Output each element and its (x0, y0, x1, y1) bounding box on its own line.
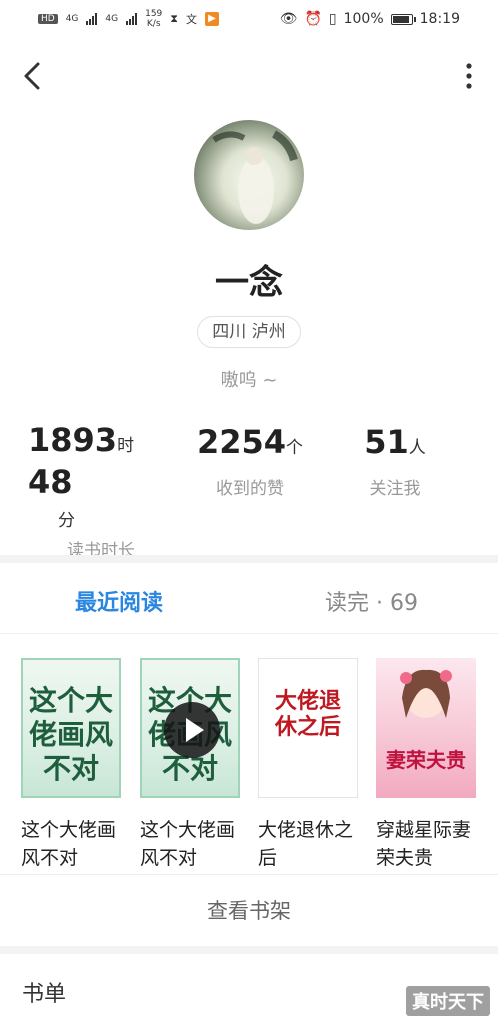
cover-illustration (400, 669, 452, 718)
network-4g-1: 4G (65, 14, 79, 24)
followers-label: 关注我 (369, 479, 421, 499)
book-item[interactable]: 这个大佬画风不对 这个大佬画风不对 (140, 658, 240, 872)
reading-tabs: 最近阅读 读完 · 69 (0, 565, 498, 634)
network-4g-2: 4G (105, 14, 119, 24)
book-title: 这个大佬画风不对 (21, 819, 117, 869)
book-title: 穿越星际妻荣夫贵 (376, 819, 472, 869)
eye-icon: 👁 (279, 11, 298, 27)
signal-icon (86, 13, 98, 25)
likes-label: 收到的赞 (216, 479, 284, 499)
hd-badge: HD (38, 14, 58, 24)
cover-title: 妻荣夫贵 (386, 748, 466, 772)
play-app-icon: ▶ (205, 12, 220, 26)
avatar[interactable] (194, 120, 304, 230)
stat-reading-time: 1893时48 分 读书时长 (28, 422, 174, 561)
hourglass-icon: ⧗ (170, 12, 179, 25)
signal-icon-2 (126, 13, 138, 25)
watermark: 真时天下 (406, 986, 490, 1016)
location-tag: 四川 泸州 (197, 316, 301, 348)
book-cover[interactable]: 妻荣夫贵 (376, 658, 476, 798)
book-cover[interactable]: 这个大佬画风不对 (21, 658, 121, 798)
tab-recent-reading[interactable]: 最近阅读 (75, 585, 163, 617)
book-item[interactable]: 大佬退休之后 大佬退休之后 (258, 658, 358, 872)
reading-time-unit: 分 (58, 511, 75, 531)
stat-likes: 2254个 收到的赞 (190, 422, 310, 499)
section-divider (0, 946, 498, 954)
alarm-icon: ⏰ (304, 11, 322, 27)
followers-value: 51人 (364, 423, 426, 461)
book-cover[interactable]: 这个大佬画风不对 (140, 658, 240, 798)
booklist-heading: 书单 (22, 982, 67, 1007)
network-speed: 159 K/s (145, 9, 163, 29)
translate-icon: 文 (186, 13, 198, 26)
tab-finished[interactable]: 读完 · 69 (325, 585, 418, 617)
book-item[interactable]: 这个大佬画风不对 这个大佬画风不对 (21, 658, 121, 872)
status-bar-left: HD 4G 4G 159 K/s ⧗ 文 ▶ (38, 9, 220, 29)
battery-icon (390, 13, 416, 25)
view-bookshelf-button[interactable]: 查看书架 (0, 874, 498, 947)
book-title: 大佬退休之后 (258, 819, 354, 869)
section-divider (0, 555, 498, 563)
reading-time-value: 1893时48 (28, 421, 135, 501)
nickname: 一念 (215, 263, 283, 303)
play-icon[interactable] (164, 702, 220, 758)
bio: 嗷呜 ~ (220, 370, 278, 391)
status-bar: HD 4G 4G 159 K/s ⧗ 文 ▶ 👁 ⏰ ▯ 100% 18:19 (0, 0, 498, 38)
cover-title: 大佬退休之后 (274, 689, 341, 740)
book-cover[interactable]: 大佬退休之后 (258, 658, 358, 798)
stat-followers[interactable]: 51人 关注我 (340, 422, 450, 499)
likes-value: 2254个 (196, 423, 304, 461)
book-item[interactable]: 妻荣夫贵 穿越星际妻荣夫贵 (376, 658, 476, 872)
avatar-image (212, 130, 298, 224)
battery-percent: 100% (343, 11, 384, 27)
status-bar-right: 👁 ⏰ ▯ 100% 18:19 (280, 11, 460, 27)
clock: 18:19 (419, 11, 460, 27)
cover-title: 这个大佬画风不对 (28, 684, 113, 785)
back-arrow-icon[interactable] (20, 58, 48, 94)
book-title: 这个大佬画风不对 (140, 819, 236, 869)
vibrate-icon: ▯ (328, 11, 337, 27)
more-menu-icon[interactable] (464, 62, 474, 90)
